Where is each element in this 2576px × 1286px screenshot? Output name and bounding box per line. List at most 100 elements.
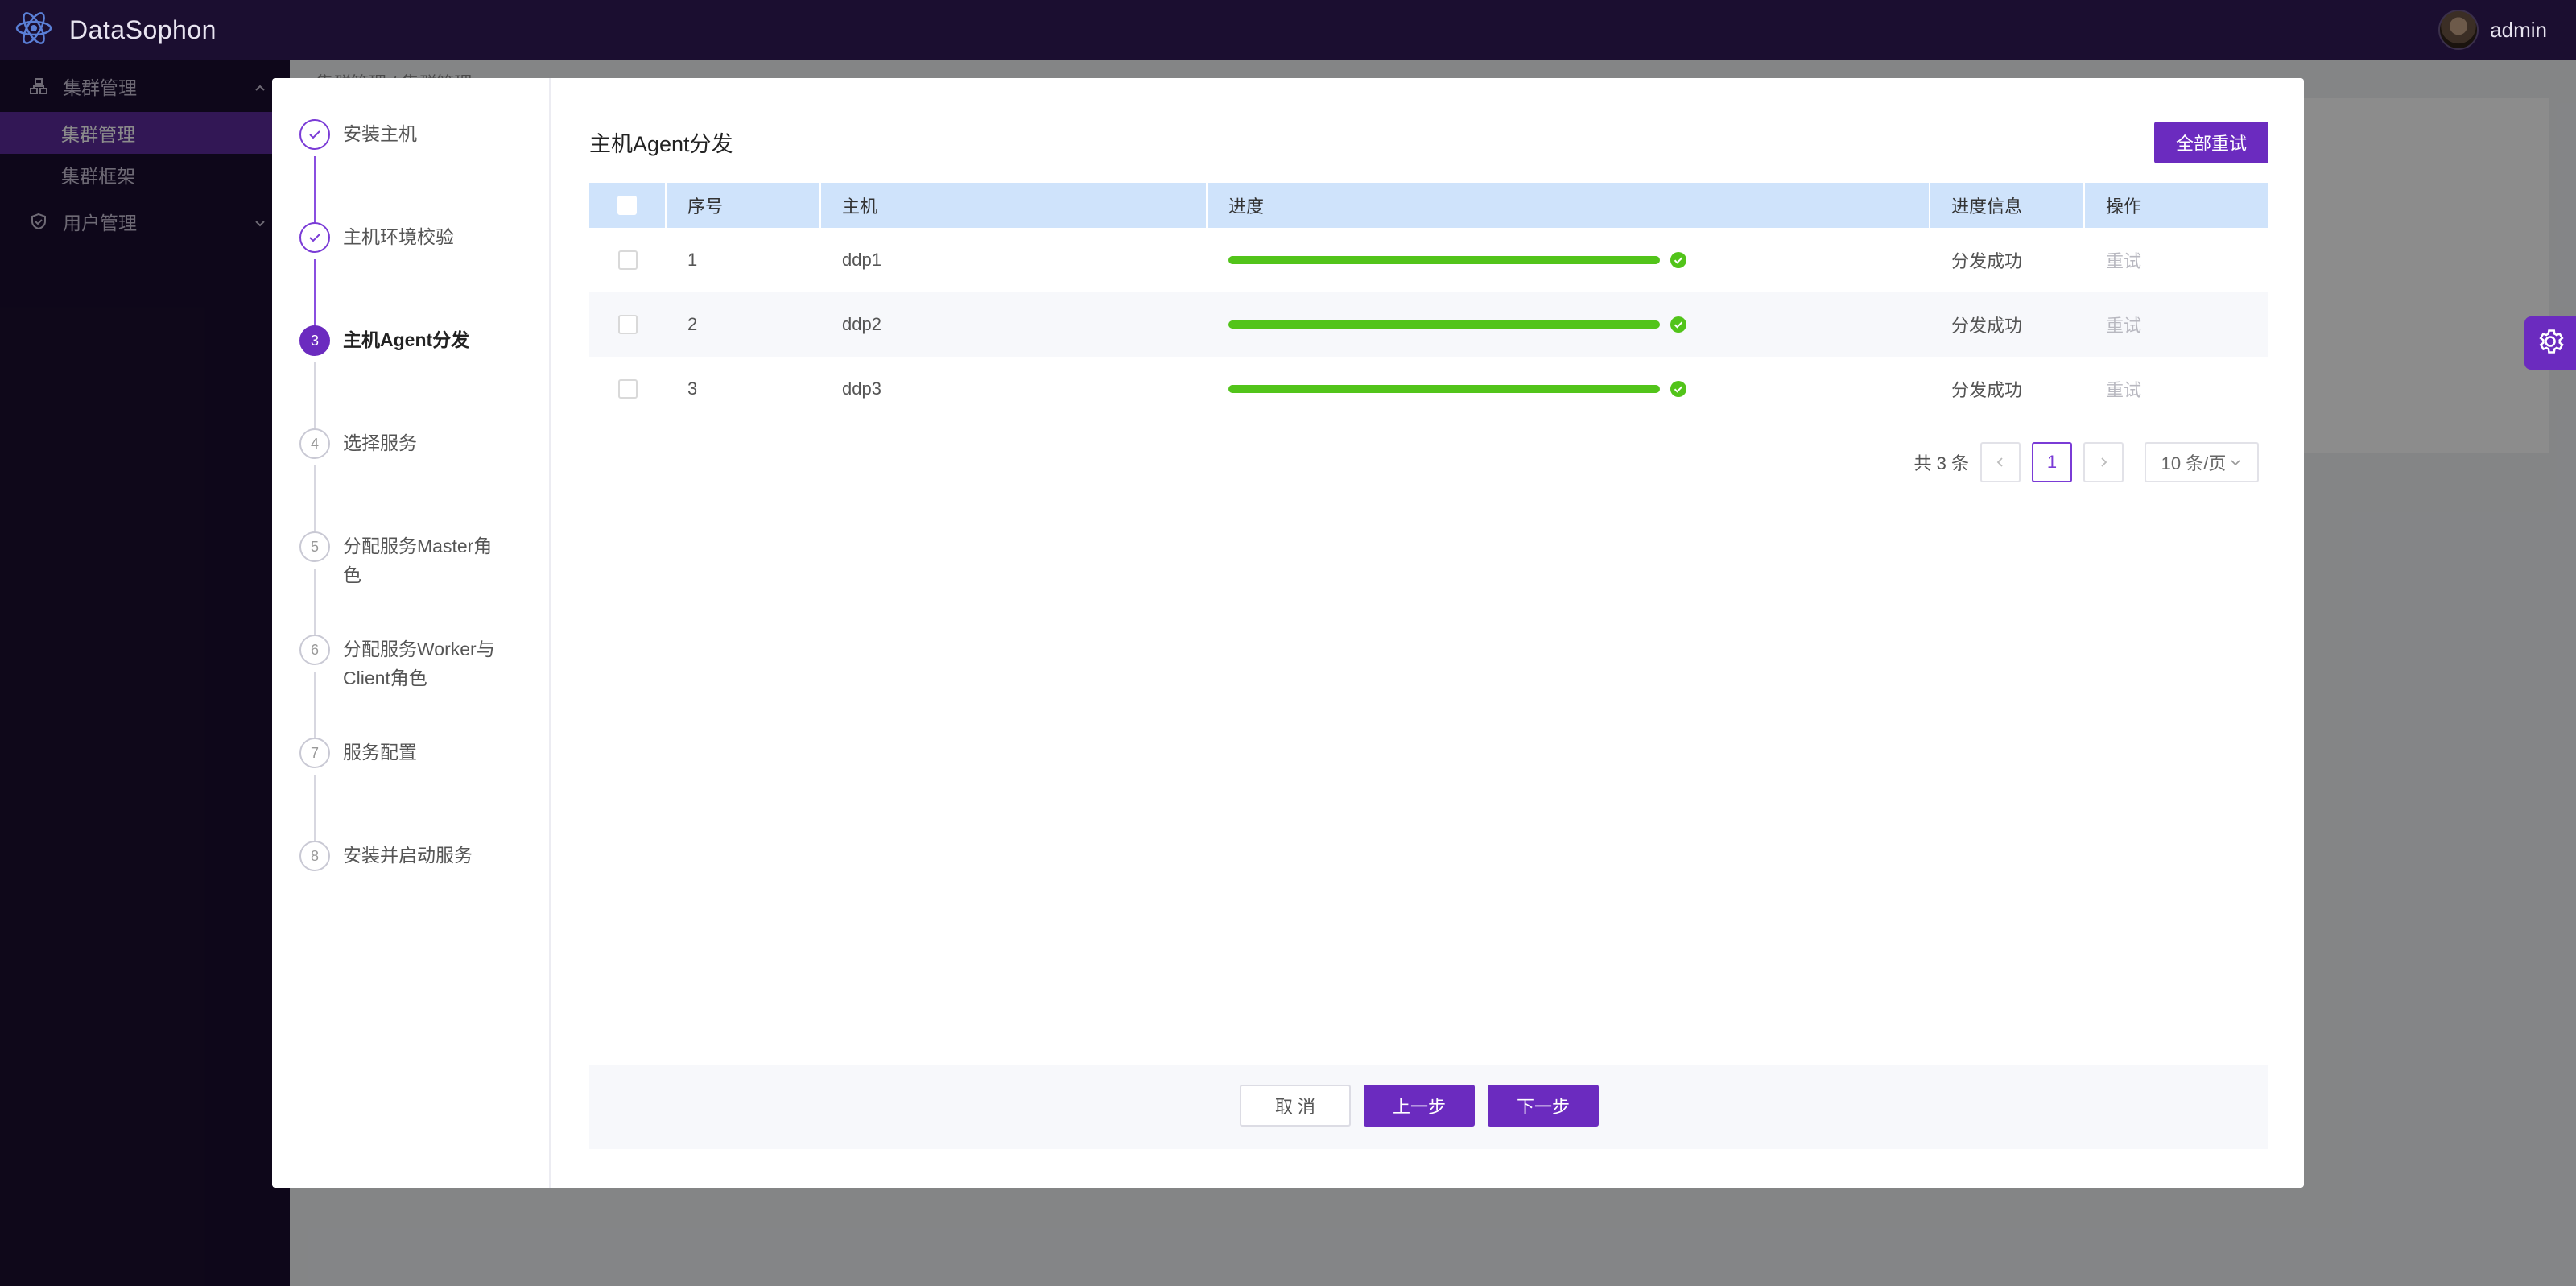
next-page-button[interactable] [2083,442,2124,482]
progress-bar [1228,320,1660,329]
page-size-value: 10 条/页 [2161,453,2227,473]
step-number: 6 [299,635,330,665]
wizard-steps: 安装主机 主机环境校验 3 主机Agent分发 4 选择服务 5 分配服务Mas… [272,78,551,1188]
top-header: DataSophon admin [0,0,2576,60]
gear-icon [2535,326,2566,361]
table-row: 3 ddp3 分发成功 重试 [589,357,2268,421]
settings-drawer-button[interactable] [2524,316,2576,370]
row-host: ddp1 [842,250,881,270]
retry-all-button[interactable]: 全部重试 [2154,122,2268,163]
row-check-cell [589,292,667,357]
step-label: 选择服务 [343,432,417,453]
step-4: 4 选择服务 [299,428,504,459]
step-5: 5 分配服务Master角色 [299,531,504,589]
prev-page-button[interactable] [1980,442,2021,482]
row-idx: 2 [687,314,698,334]
user-name: admin [2490,17,2547,42]
row-checkbox[interactable] [618,315,638,334]
success-check-icon [1670,316,1687,333]
row-checkbox[interactable] [618,379,638,399]
step-label: 主机Agent分发 [343,329,470,350]
step-connector [314,259,316,333]
col-header-op: 操作 [2106,196,2142,217]
step-1: 安装主机 [299,119,504,150]
pagination: 共 3 条 1 10 条/页 [1914,442,2259,482]
app-title: DataSophon [69,15,217,44]
progress-bar [1228,385,1660,393]
table-row: 1 ddp1 分发成功 重试 [589,228,2268,292]
step-label: 分配服务Master角色 [343,535,493,585]
step-number: 8 [299,841,330,871]
chevron-left-icon [1996,457,2003,467]
step-label: 安装主机 [343,123,417,144]
row-checkbox[interactable] [618,250,638,270]
host-table: 序号 主机 进度 进度信息 操作 1 ddp1 分发成功 重试 2 ddp2 分… [589,183,2268,421]
success-check-icon [1670,251,1687,269]
row-progress [1208,292,1930,357]
row-check-cell [589,228,667,292]
row-info: 分发成功 [1951,251,2023,271]
atom-logo-icon [14,9,53,52]
user-menu[interactable]: admin [2438,10,2547,50]
row-op: 重试 [2085,357,2268,421]
step-6: 6 分配服务Worker与Client角色 [299,635,504,693]
pagination-total: 共 3 条 [1913,453,1969,473]
step-label: 主机环境校验 [343,226,454,247]
retry-button[interactable]: 重试 [2106,312,2141,337]
row-progress [1208,228,1930,292]
header-check-cell [589,183,667,228]
prev-step-button[interactable]: 上一步 [1364,1085,1475,1127]
step-7: 7 服务配置 [299,738,504,768]
retry-button[interactable]: 重试 [2106,376,2141,402]
progress-fill [1228,385,1660,393]
table-row: 2 ddp2 分发成功 重试 [589,292,2268,357]
step-number: 7 [299,738,330,768]
step-2: 主机环境校验 [299,222,504,253]
step-connector [314,156,316,230]
row-host: ddp2 [842,314,881,334]
step-number: 4 [299,428,330,459]
row-idx: 1 [687,250,698,270]
check-icon [299,222,330,253]
wizard-footer: 取 消 上一步 下一步 [589,1065,2268,1149]
row-info: 分发成功 [1951,380,2023,400]
col-header-idx: 序号 [667,183,821,228]
step-8: 8 安装并启动服务 [299,841,504,871]
col-header-host: 主机 [821,183,1208,228]
step-number: 3 [299,325,330,356]
row-info: 分发成功 [1951,316,2023,336]
step-label: 分配服务Worker与Client角色 [343,639,495,688]
col-header-info: 进度信息 [1930,183,2085,228]
step-connector [314,362,316,436]
row-check-cell [589,357,667,421]
page-button-current[interactable]: 1 [2032,442,2072,482]
panel-title: 主机Agent分发 [589,132,733,156]
row-host: ddp3 [842,378,881,399]
step-label: 安装并启动服务 [343,845,473,866]
success-check-icon [1670,380,1687,398]
row-idx: 3 [687,378,698,399]
avatar[interactable] [2438,10,2479,50]
step-label: 服务配置 [343,742,417,763]
app-logo[interactable]: DataSophon [14,9,217,52]
page-size-select[interactable]: 10 条/页 [2145,442,2259,482]
cancel-button[interactable]: 取 消 [1240,1085,1351,1127]
chevron-right-icon [2101,457,2107,467]
row-op: 重试 [2085,228,2268,292]
step-connector [314,775,316,849]
progress-fill [1228,256,1660,264]
row-op: 重试 [2085,292,2268,357]
install-wizard-modal: 安装主机 主机环境校验 3 主机Agent分发 4 选择服务 5 分配服务Mas… [272,78,2304,1188]
progress-bar [1228,256,1660,264]
chevron-down-icon [2231,460,2240,466]
progress-fill [1228,320,1660,329]
row-progress [1208,357,1930,421]
step-connector [314,465,316,540]
retry-button[interactable]: 重试 [2106,247,2141,273]
col-header-progress: 进度 [1208,183,1930,228]
table-header: 序号 主机 进度 进度信息 操作 [589,183,2268,228]
agent-distribution-panel: 主机Agent分发 全部重试 序号 主机 进度 进度信息 操作 1 ddp1 分… [589,78,2268,1188]
next-step-button[interactable]: 下一步 [1488,1085,1599,1127]
select-all-checkbox[interactable] [617,196,637,215]
step-3: 3 主机Agent分发 [299,325,504,356]
